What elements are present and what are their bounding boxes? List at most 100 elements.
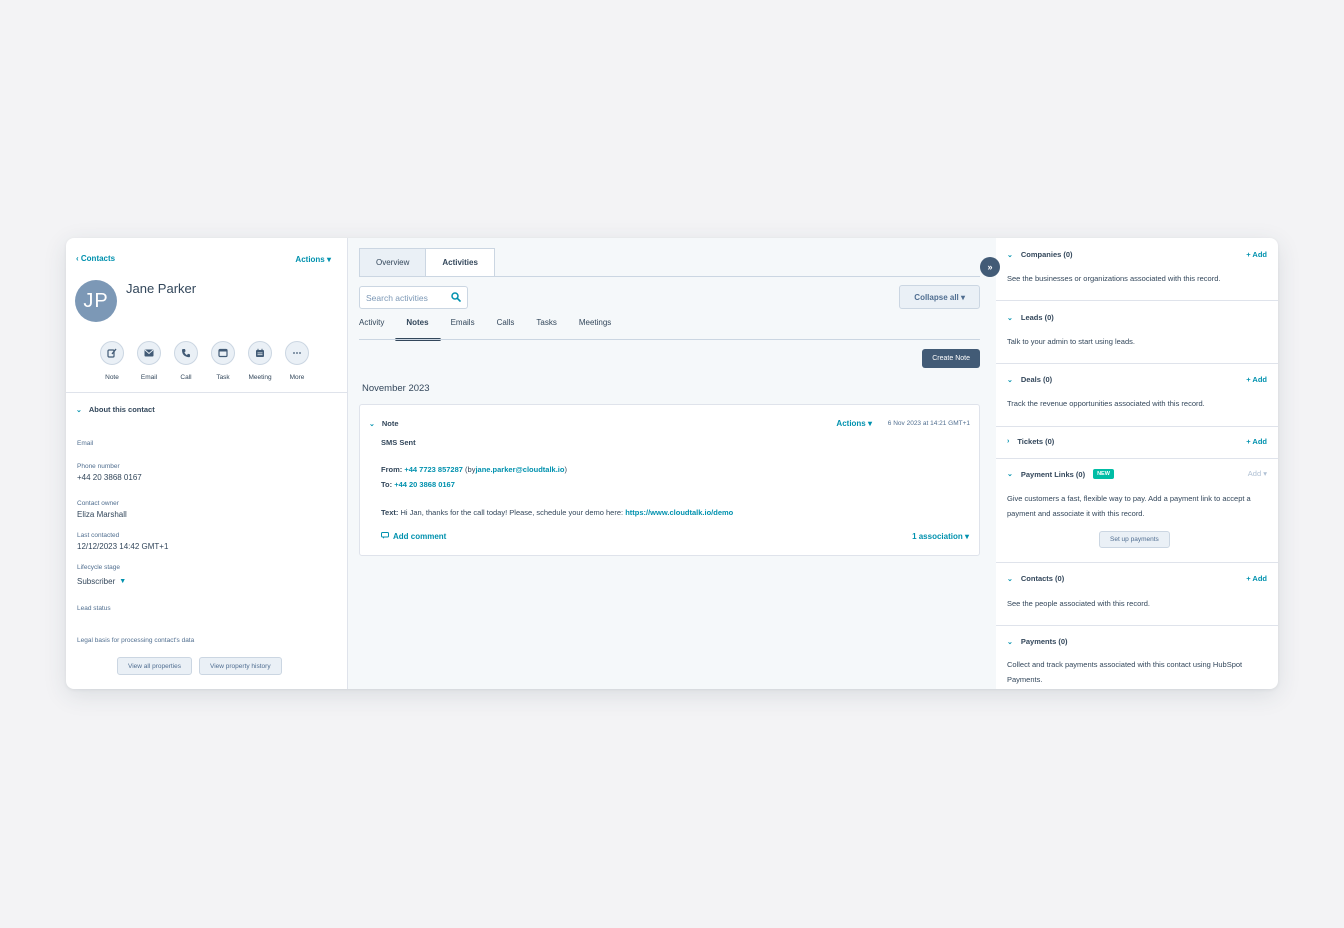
- note-button[interactable]: Note: [100, 341, 124, 381]
- call-icon: [174, 341, 198, 365]
- search-activities-input[interactable]: Search activities: [359, 286, 468, 309]
- phone-property[interactable]: Phone number +44 20 3868 0167: [77, 463, 142, 482]
- email-label: Email: [140, 374, 158, 381]
- view-property-history-button[interactable]: View property history: [199, 657, 282, 675]
- companies-description: See the businesses or organizations asso…: [1007, 274, 1221, 283]
- meeting-icon: [248, 341, 272, 365]
- note-icon: [100, 341, 124, 365]
- note-actions-dropdown[interactable]: Actions ▾: [836, 419, 872, 428]
- more-button[interactable]: More: [285, 341, 309, 381]
- text-label: Text:: [381, 508, 399, 517]
- last-contacted-property[interactable]: Last contacted 12/12/2023 14:42 GMT+1: [77, 532, 168, 551]
- right-sidebar: ⌄ Companies (0) + Add See the businesses…: [996, 238, 1278, 689]
- about-contact-toggle[interactable]: ⌄ About this contact: [76, 405, 155, 414]
- note-card: ⌄ Note Actions ▾ 6 Nov 2023 at 14:21 GMT…: [359, 404, 980, 556]
- add-company-button[interactable]: + Add: [1246, 250, 1267, 259]
- chevron-down-icon: ⌄: [1007, 575, 1013, 583]
- chevron-down-icon: ⌄: [369, 420, 375, 428]
- payments-title: Payments (0): [1020, 637, 1068, 646]
- deals-section: ⌄ Deals (0) + Add Track the revenue oppo…: [996, 364, 1278, 427]
- to-label: To:: [381, 480, 393, 489]
- subtab-tasks[interactable]: Tasks: [536, 318, 556, 341]
- payment-links-section: ⌄ Payment Links (0) NEW Add ▾ Give custo…: [996, 459, 1278, 563]
- property-buttons: View all properties View property histor…: [117, 657, 282, 675]
- tab-overview[interactable]: Overview: [359, 248, 427, 277]
- add-ticket-button[interactable]: + Add: [1246, 437, 1267, 446]
- note-label: Note: [105, 374, 119, 381]
- set-up-payments-button[interactable]: Set up payments: [1099, 531, 1170, 548]
- last-contacted-value: 12/12/2023 14:42 GMT+1: [77, 542, 169, 551]
- left-sidebar: ‹ Contacts Actions ▾ JP Jane Parker Note…: [66, 238, 348, 689]
- note-card-toggle[interactable]: ⌄ Note: [369, 419, 399, 428]
- subtab-meetings[interactable]: Meetings: [579, 318, 611, 341]
- meeting-button[interactable]: Meeting: [248, 341, 272, 381]
- demo-link[interactable]: https://www.cloudtalk.io/demo: [625, 508, 733, 517]
- legal-basis-property[interactable]: Legal basis for processing contact's dat…: [77, 637, 194, 644]
- payment-links-title: Payment Links (0): [1020, 469, 1086, 479]
- caret-down-icon: ▼: [119, 578, 127, 585]
- payments-toggle[interactable]: ⌄ Payments (0): [1007, 637, 1068, 646]
- from-number-link[interactable]: +44 7723 857287: [404, 465, 463, 474]
- tickets-section: › Tickets (0) + Add: [996, 427, 1278, 459]
- chevron-down-icon: ⌄: [76, 406, 82, 414]
- contact-name: Jane Parker: [126, 281, 197, 296]
- text-body: Hi Jan, thanks for the call today! Pleas…: [400, 508, 624, 517]
- companies-toggle[interactable]: ⌄ Companies (0): [1007, 250, 1073, 259]
- chevron-down-icon: ⌄: [1007, 251, 1013, 259]
- chevron-down-icon: ⌄: [1007, 471, 1013, 478]
- add-comment-button[interactable]: Add comment: [381, 532, 446, 541]
- leads-title: Leads (0): [1020, 313, 1054, 322]
- association-dropdown[interactable]: 1 association ▾: [912, 532, 969, 541]
- call-button[interactable]: Call: [174, 341, 198, 381]
- email-button[interactable]: Email: [137, 341, 161, 381]
- by-email-link[interactable]: jane.parker@cloudtalk.io: [475, 465, 564, 474]
- by-prefix: (by: [465, 465, 476, 474]
- lifecycle-property[interactable]: Lifecycle stage Subscriber ▼: [77, 564, 126, 589]
- chevron-right-icon: ›: [1007, 438, 1010, 445]
- lifecycle-stage-select[interactable]: Subscriber ▼: [77, 577, 126, 586]
- subtab-emails[interactable]: Emails: [451, 318, 475, 341]
- add-payment-link-dropdown[interactable]: Add ▾: [1248, 469, 1267, 478]
- lead-status-property[interactable]: Lead status: [77, 605, 111, 612]
- collapse-all-button[interactable]: Collapse all ▾: [899, 285, 980, 309]
- activity-subtabs: Activity Notes Emails Calls Tasks Meetin…: [359, 318, 633, 341]
- leads-description: Talk to your admin to start using leads.: [1007, 337, 1135, 346]
- task-button[interactable]: Task: [211, 341, 235, 381]
- contact-actions-dropdown[interactable]: Actions ▾: [295, 255, 331, 264]
- subtab-notes[interactable]: Notes: [395, 318, 441, 341]
- tab-activities[interactable]: Activities: [426, 248, 495, 277]
- subtab-activity[interactable]: Activity: [359, 318, 384, 341]
- tickets-toggle[interactable]: › Tickets (0): [1007, 437, 1054, 446]
- create-note-button[interactable]: Create Note: [922, 349, 980, 368]
- by-suffix: ): [564, 465, 567, 474]
- sms-text-line: Text: Hi Jan, thanks for the call today!…: [381, 508, 733, 517]
- payments-section: ⌄ Payments (0) Collect and track payment…: [996, 626, 1278, 689]
- view-all-properties-button[interactable]: View all properties: [117, 657, 192, 675]
- note-timestamp: 6 Nov 2023 at 14:21 GMT+1: [887, 420, 970, 427]
- contacts-toggle[interactable]: ⌄ Contacts (0): [1007, 574, 1064, 583]
- add-deal-button[interactable]: + Add: [1246, 375, 1267, 384]
- payment-links-toggle[interactable]: ⌄ Payment Links (0) NEW: [1007, 469, 1114, 479]
- meeting-label: Meeting: [248, 374, 272, 381]
- deals-toggle[interactable]: ⌄ Deals (0): [1007, 375, 1052, 384]
- tickets-title: Tickets (0): [1017, 437, 1055, 446]
- to-number-link[interactable]: +44 20 3868 0167: [394, 480, 455, 489]
- add-contact-button[interactable]: + Add: [1246, 574, 1267, 583]
- about-contact-title: About this contact: [88, 405, 155, 414]
- back-to-contacts-link[interactable]: ‹ Contacts: [76, 254, 115, 263]
- contacts-section: ⌄ Contacts (0) + Add See the people asso…: [996, 563, 1278, 626]
- leads-toggle[interactable]: ⌄ Leads (0): [1007, 313, 1054, 322]
- subtab-calls[interactable]: Calls: [497, 318, 515, 341]
- month-heading: November 2023: [362, 383, 430, 394]
- task-icon: [211, 341, 235, 365]
- chevron-down-icon: ⌄: [1007, 314, 1013, 322]
- email-property-label: Email: [77, 440, 94, 447]
- payments-description: Collect and track payments associated wi…: [1007, 660, 1243, 684]
- task-label: Task: [216, 374, 230, 381]
- lead-status-label: Lead status: [77, 605, 111, 612]
- email-property[interactable]: Email: [77, 440, 93, 447]
- contacts-description: See the people associated with this reco…: [1007, 599, 1151, 608]
- expand-sidebar-icon[interactable]: »: [980, 257, 1000, 277]
- leads-section: ⌄ Leads (0) Talk to your admin to start …: [996, 301, 1278, 364]
- owner-property[interactable]: Contact owner Eliza Marshall: [77, 500, 127, 519]
